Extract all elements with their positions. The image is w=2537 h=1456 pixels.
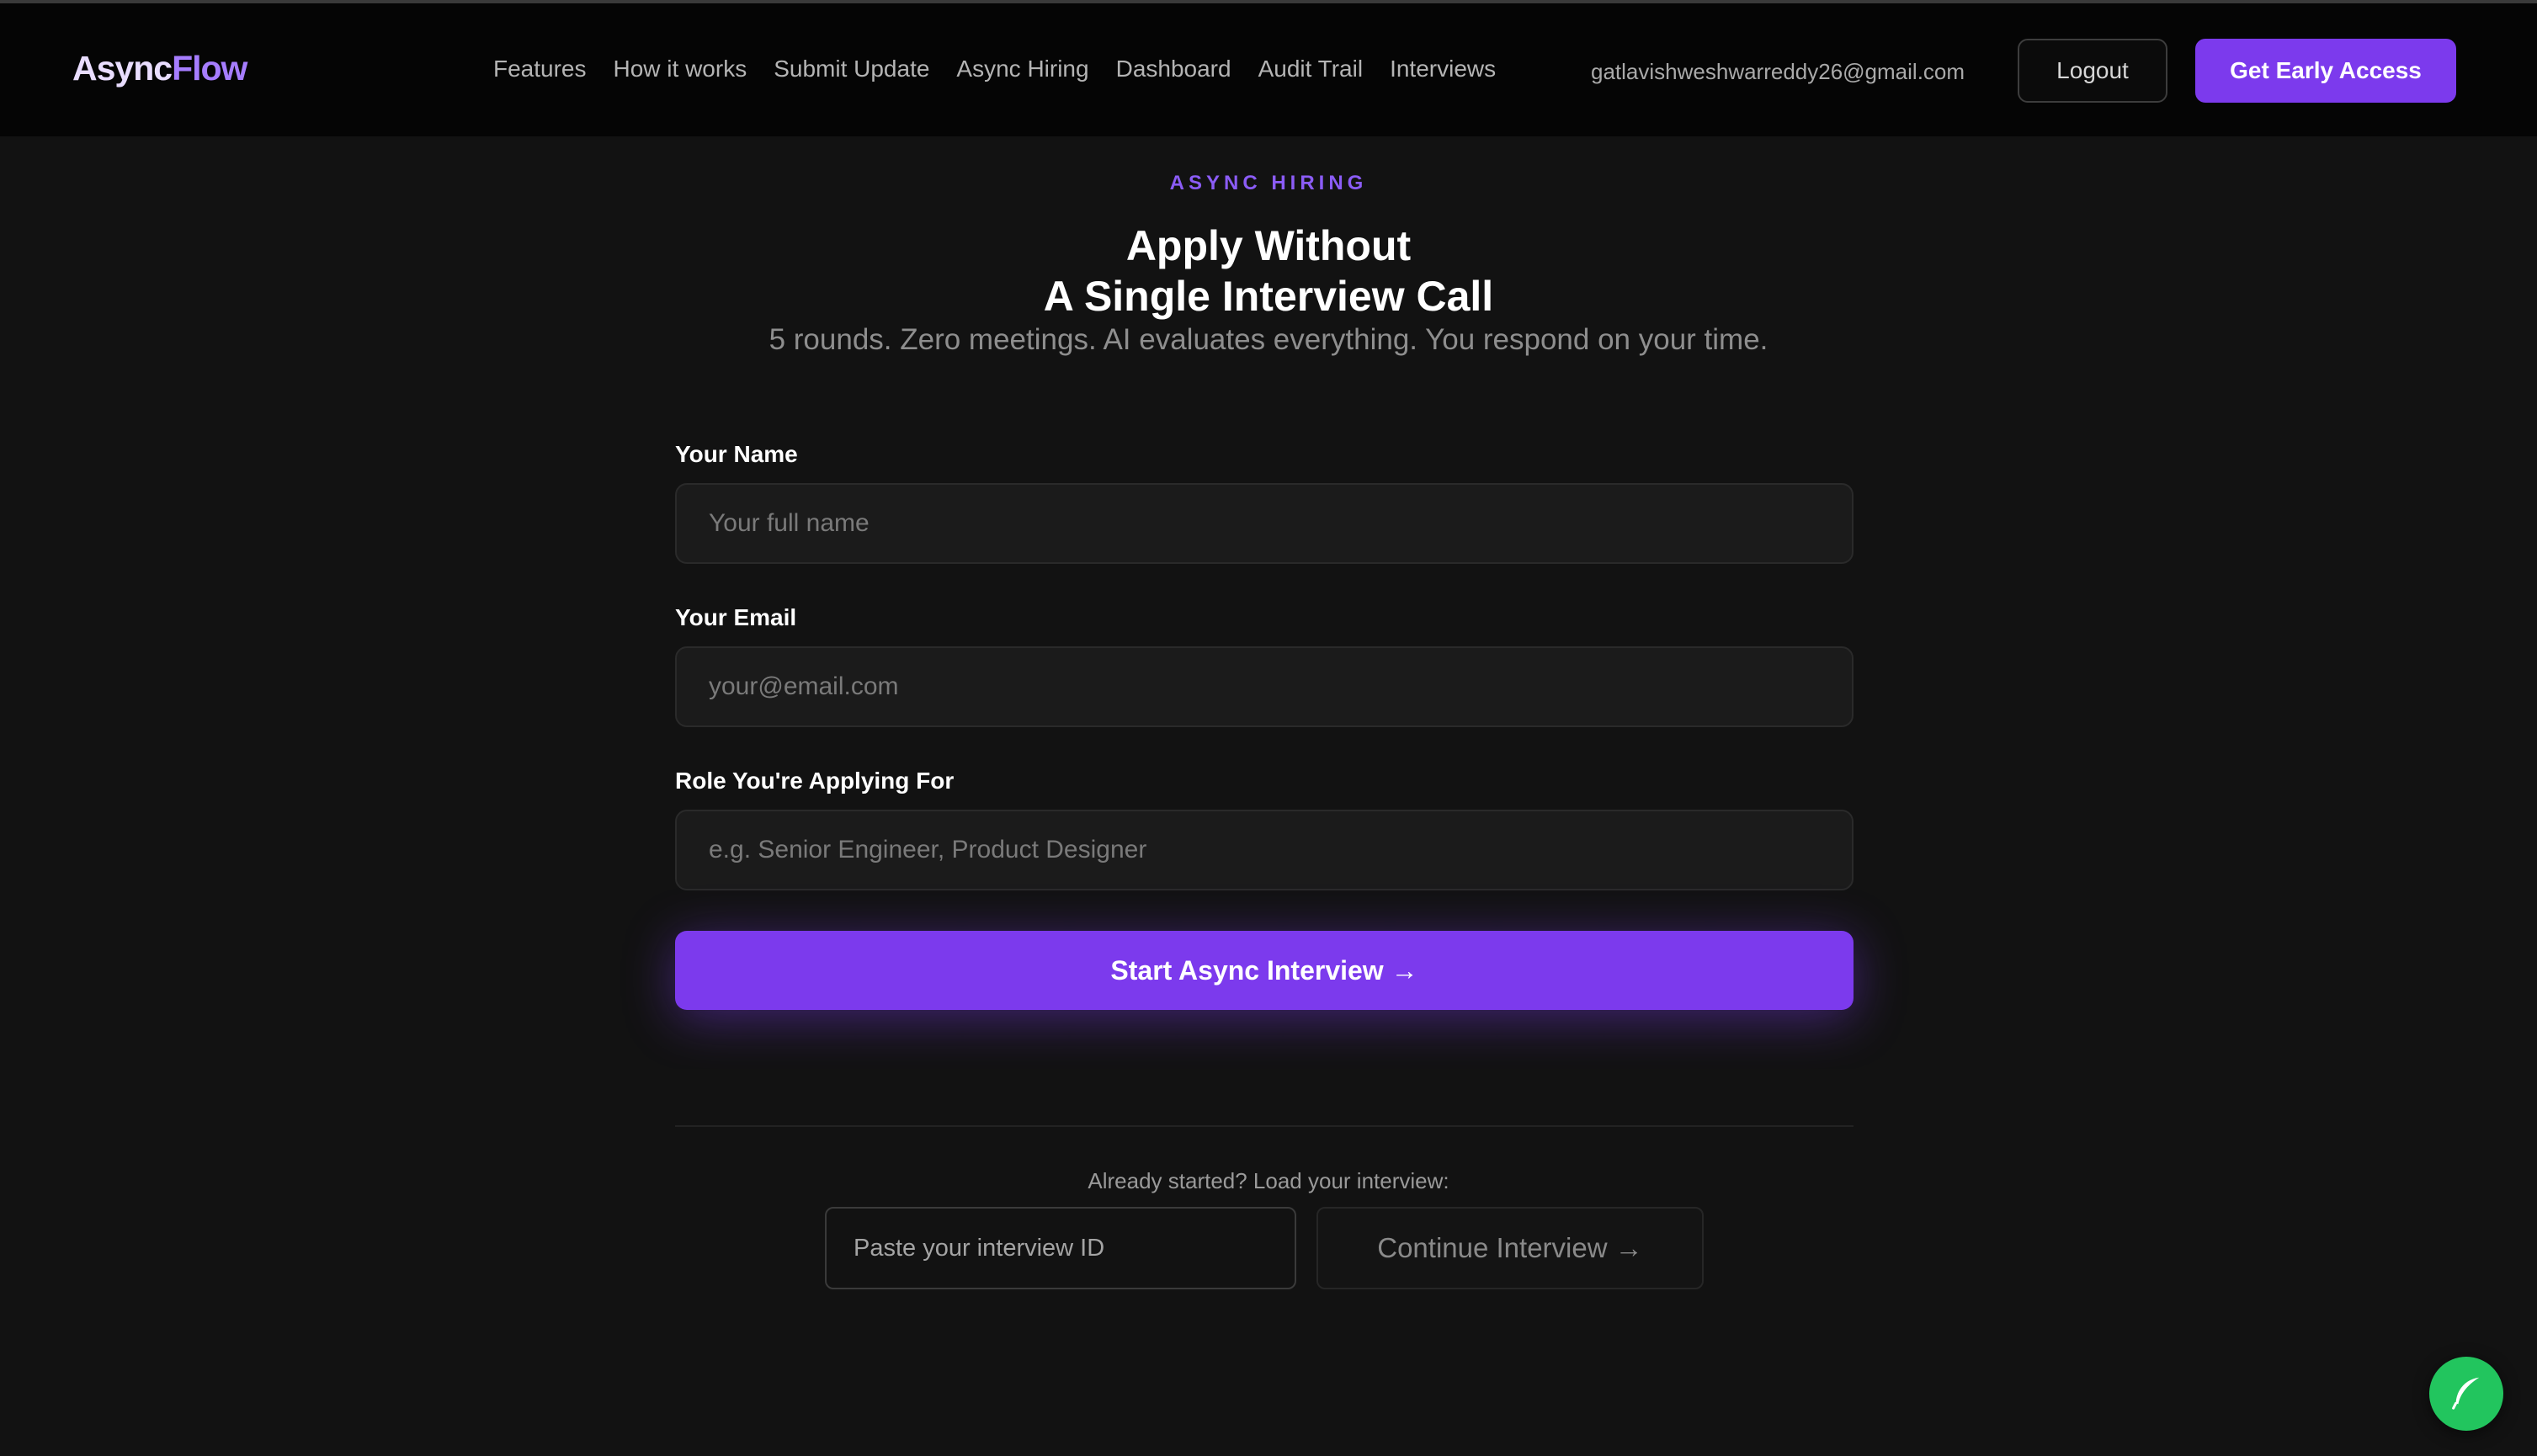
page-subtitle: 5 rounds. Zero meetings. AI evaluates ev… <box>769 323 1768 356</box>
get-early-access-button[interactable]: Get Early Access <box>2195 39 2456 103</box>
brand-name-part2: Flow <box>172 49 247 88</box>
email-input[interactable] <box>677 648 1852 725</box>
floating-action-button[interactable] <box>2429 1357 2503 1431</box>
name-field-wrapper <box>675 483 1854 564</box>
section-eyebrow: ASYNC HIRING <box>1169 172 1368 194</box>
nav-link-how-it-works[interactable]: How it works <box>614 56 747 82</box>
nav-link-interviews[interactable]: Interviews <box>1390 56 1496 82</box>
section-divider <box>675 1125 1854 1127</box>
nav-link-audit-trail[interactable]: Audit Trail <box>1258 56 1364 82</box>
start-async-interview-button[interactable]: Start Async Interview → <box>675 931 1854 1010</box>
top-navbar: AsyncFlow Features How it works Submit U… <box>0 3 2537 136</box>
nav-link-dashboard[interactable]: Dashboard <box>1116 56 1231 82</box>
page-title: Apply Without A Single Interview Call <box>0 221 2537 321</box>
logout-button[interactable]: Logout <box>2018 39 2167 103</box>
feather-icon <box>2447 1373 2486 1416</box>
nav-links: Features How it works Submit Update Asyn… <box>493 56 1496 82</box>
email-label: Your Email <box>675 604 797 630</box>
nav-link-features[interactable]: Features <box>493 56 587 82</box>
brand-logo[interactable]: AsyncFlow <box>72 49 247 88</box>
nav-link-async-hiring[interactable]: Async Hiring <box>956 56 1088 82</box>
email-field-wrapper <box>675 646 1854 727</box>
interview-id-field-wrapper <box>825 1207 1296 1289</box>
name-input[interactable] <box>677 485 1852 562</box>
nav-link-submit-update[interactable]: Submit Update <box>774 56 929 82</box>
role-label: Role You're Applying For <box>675 768 955 794</box>
continue-interview-button[interactable]: Continue Interview → <box>1316 1207 1704 1289</box>
name-label: Your Name <box>675 441 798 467</box>
page-title-line2: A Single Interview Call <box>1043 273 1494 320</box>
role-field-wrapper <box>675 810 1854 890</box>
interview-id-input[interactable] <box>827 1209 1295 1288</box>
page-title-line1: Apply Without <box>1125 222 1412 269</box>
brand-name-part1: Async <box>72 49 173 88</box>
user-email: gatlavishweshwarreddy26@gmail.com <box>1591 59 1965 84</box>
resume-prompt: Already started? Load your interview: <box>1088 1168 1449 1193</box>
role-input[interactable] <box>677 811 1852 889</box>
